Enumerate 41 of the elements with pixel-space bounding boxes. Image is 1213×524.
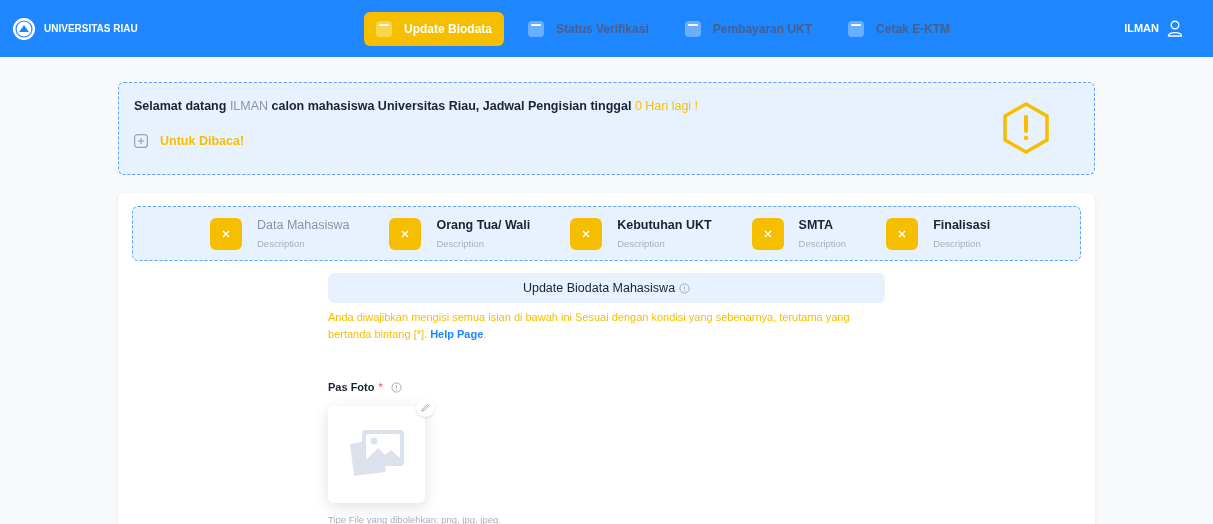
user-name: ILMAN xyxy=(1124,21,1159,37)
file-type-hint: Tipe File yang dibolehkan: png, jpg, jpeg. xyxy=(328,512,502,524)
photo-label: Pas Foto xyxy=(328,380,375,395)
step-title: Orang Tua/ Wali xyxy=(436,216,531,234)
read-toggle[interactable]: Untuk Dibaca! xyxy=(134,131,245,151)
nav-tab[interactable]: Pembayaran UKT xyxy=(672,11,825,46)
step-description: Description xyxy=(798,237,847,252)
required-mark: * xyxy=(378,380,383,395)
step-title: SMTA xyxy=(798,216,835,234)
photo-placeholder[interactable] xyxy=(328,405,425,503)
plus-icon xyxy=(134,134,148,149)
nav-tab[interactable]: Status Verifikasi xyxy=(516,11,661,46)
step-description: Description xyxy=(617,237,666,252)
tab-icon xyxy=(848,20,865,37)
tab-icon xyxy=(376,20,392,37)
form-title-text: Update Biodata Mahasiswa xyxy=(522,279,676,297)
pencil-icon xyxy=(421,402,430,412)
logo-icon xyxy=(12,16,36,41)
tab-icon xyxy=(528,20,544,37)
step-description: Description xyxy=(257,237,306,252)
welcome-message: Selamat datang ILMAN calon mahasiswa Universitas Riau, Jadwal Pengisian tinggal 0 Hari lagi ! xyxy=(134,98,700,115)
step-description: Description xyxy=(933,237,982,252)
form-notice: Anda diwajibkan mengisi semua isian di bawah ini Sesuai dengan kondisi yang sebenarnya, terutama yang bertanda bintang [*]. Help Page. xyxy=(328,310,851,342)
step-status-icon xyxy=(751,217,784,250)
nav-tab[interactable]: Cetak E-KTM xyxy=(836,11,963,46)
tab-icon xyxy=(684,20,701,37)
edit-photo-button[interactable] xyxy=(416,397,435,417)
brand-name: UNIVERSITAS RIAU xyxy=(44,22,138,36)
step-title: Data Mahasiswa xyxy=(257,216,350,234)
step-status-icon xyxy=(886,217,919,250)
user-icon[interactable] xyxy=(1167,20,1183,37)
nav-tab[interactable]: Update Biodata xyxy=(364,11,504,46)
step-description: Description xyxy=(436,237,485,252)
step-status-icon xyxy=(389,217,422,250)
step-status-icon xyxy=(210,217,242,250)
info-icon xyxy=(679,282,691,294)
warning-icon xyxy=(1001,101,1051,155)
step-status-icon xyxy=(570,217,603,250)
step-title: Finalisasi xyxy=(933,216,991,234)
step-title: Kebutuhan UKT xyxy=(617,216,712,234)
info-icon xyxy=(390,381,402,393)
